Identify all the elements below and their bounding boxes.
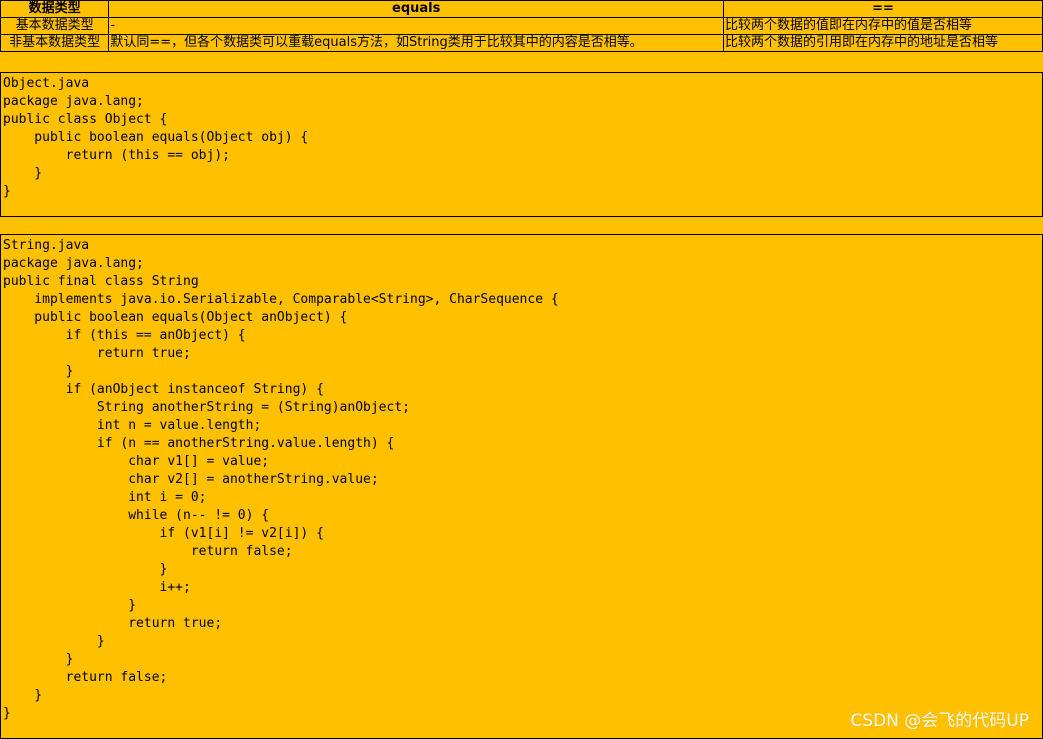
watermark: CSDN @会飞的代码UP: [850, 711, 1029, 731]
table-header-row: 数据类型 equals ==: [0, 0, 1043, 18]
header-double-equals[interactable]: ==: [723, 0, 1043, 18]
cell-reference-type[interactable]: 非基本数据类型: [0, 34, 110, 52]
header-data-type[interactable]: 数据类型: [0, 0, 110, 18]
string-java-code: String.java package java.lang; public fi…: [3, 238, 559, 721]
comparison-table: 数据类型 equals == 基本数据类型 - 比较两个数据的值即在内存中的值是…: [0, 0, 1043, 52]
object-java-code-box[interactable]: Object.java package java.lang; public cl…: [0, 72, 1043, 217]
string-java-code-box[interactable]: String.java package java.lang; public fi…: [0, 234, 1043, 739]
cell-reference-equals[interactable]: 默认同==，但各个数据类可以重载equals方法，如String类用于比较其中的…: [108, 34, 724, 52]
header-equals[interactable]: equals: [108, 0, 724, 18]
cell-reference-eq-op[interactable]: 比较两个数据的引用即在内存中的地址是否相等: [723, 34, 1043, 52]
cell-primitive-eq-op[interactable]: 比较两个数据的值即在内存中的值是否相等: [723, 17, 1043, 35]
cell-primitive-type[interactable]: 基本数据类型: [0, 17, 110, 35]
object-java-code: Object.java package java.lang; public cl…: [3, 76, 309, 199]
table-row: 基本数据类型 - 比较两个数据的值即在内存中的值是否相等: [0, 17, 1043, 35]
cell-primitive-equals[interactable]: -: [108, 17, 724, 35]
table-row: 非基本数据类型 默认同==，但各个数据类可以重载equals方法，如String…: [0, 34, 1043, 52]
spreadsheet-page: 数据类型 equals == 基本数据类型 - 比较两个数据的值即在内存中的值是…: [0, 0, 1043, 739]
